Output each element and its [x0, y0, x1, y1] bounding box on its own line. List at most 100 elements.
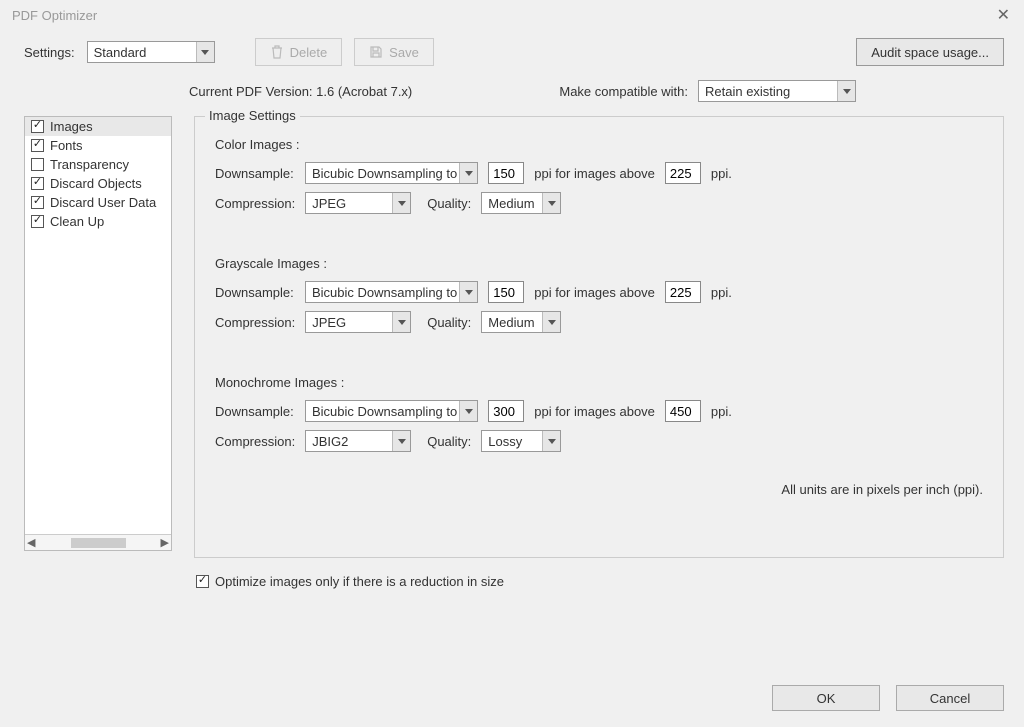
ppi-above-input[interactable] — [665, 281, 701, 303]
sidebar-item-label: Images — [50, 119, 93, 134]
optimize-checkbox-label: Optimize images only if there is a reduc… — [215, 574, 504, 589]
downsample-label: Downsample: — [215, 166, 295, 181]
sidebar-item-clean-up[interactable]: Clean Up — [25, 212, 171, 231]
image-settings-legend: Image Settings — [205, 108, 300, 123]
save-disk-icon — [369, 45, 383, 59]
chevron-down-icon — [459, 163, 477, 183]
downsample-label: Downsample: — [215, 404, 295, 419]
checkbox-icon[interactable] — [31, 196, 44, 209]
optimize-only-if-reduction-checkbox[interactable]: Optimize images only if there is a reduc… — [196, 574, 1004, 589]
downsample-label: Downsample: — [215, 285, 295, 300]
downsample-select[interactable]: Bicubic Downsampling to — [305, 400, 478, 422]
sidebar-item-label: Discard Objects — [50, 176, 142, 191]
chevron-down-icon — [392, 312, 410, 332]
compression-value: JPEG — [312, 196, 346, 211]
audit-button-label: Audit space usage... — [871, 45, 989, 60]
close-icon[interactable]: ✕ — [991, 5, 1016, 25]
delete-button-label: Delete — [290, 45, 328, 60]
compression-select[interactable]: JBIG2 — [305, 430, 411, 452]
ppi-input[interactable] — [488, 400, 524, 422]
quality-select[interactable]: Medium — [481, 192, 561, 214]
compression-select[interactable]: JPEG — [305, 311, 411, 333]
scroll-left-arrow-icon[interactable]: ◀ — [27, 536, 35, 549]
save-button-label: Save — [389, 45, 419, 60]
ppi-above-input[interactable] — [665, 400, 701, 422]
image-group: Grayscale Images :Downsample:Bicubic Dow… — [211, 256, 987, 369]
compat-select[interactable]: Retain existing — [698, 80, 856, 102]
audit-space-usage-button[interactable]: Audit space usage... — [856, 38, 1004, 66]
scroll-right-arrow-icon[interactable]: ▶ — [161, 536, 169, 549]
sidebar-item-fonts[interactable]: Fonts — [25, 136, 171, 155]
image-group: Monochrome Images :Downsample:Bicubic Do… — [211, 375, 987, 452]
sidebar-item-transparency[interactable]: Transparency — [25, 155, 171, 174]
checkbox-icon[interactable] — [31, 120, 44, 133]
dialog-footer: OK Cancel — [772, 685, 1004, 711]
category-sidebar: Images Fonts Transparency Discard Objects Di… — [24, 116, 172, 589]
image-settings-panel: Image Settings Color Images :Downsample:… — [194, 116, 1004, 558]
sidebar-item-label: Discard User Data — [50, 195, 156, 210]
ppi-suffix: ppi. — [711, 285, 732, 300]
cancel-button-label: Cancel — [930, 691, 970, 706]
chevron-down-icon — [392, 431, 410, 451]
chevron-down-icon — [542, 193, 560, 213]
quality-select[interactable]: Lossy — [481, 430, 561, 452]
chevron-down-icon — [459, 282, 477, 302]
settings-select[interactable]: Standard — [87, 41, 215, 63]
chevron-down-icon — [542, 431, 560, 451]
compression-value: JPEG — [312, 315, 346, 330]
compat-select-value: Retain existing — [705, 84, 790, 99]
checkbox-icon[interactable] — [31, 215, 44, 228]
sidebar-item-label: Clean Up — [50, 214, 104, 229]
downsample-value: Bicubic Downsampling to — [312, 404, 457, 419]
downsample-value: Bicubic Downsampling to — [312, 285, 457, 300]
chevron-down-icon — [392, 193, 410, 213]
downsample-value: Bicubic Downsampling to — [312, 166, 457, 181]
current-version-label: Current PDF Version: 1.6 (Acrobat 7.x) — [189, 84, 412, 99]
chevron-down-icon — [196, 42, 214, 62]
quality-label: Quality: — [427, 315, 471, 330]
settings-label: Settings: — [24, 45, 75, 60]
sidebar-item-label: Transparency — [50, 157, 129, 172]
compression-label: Compression: — [215, 315, 295, 330]
checkbox-icon[interactable] — [31, 177, 44, 190]
checkbox-icon[interactable] — [31, 158, 44, 171]
delete-button[interactable]: Delete — [255, 38, 343, 66]
scroll-thumb[interactable] — [71, 538, 126, 548]
compat-label: Make compatible with: — [559, 84, 688, 99]
ppi-input[interactable] — [488, 281, 524, 303]
ppi-above-input[interactable] — [665, 162, 701, 184]
compression-value: JBIG2 — [312, 434, 348, 449]
units-note: All units are in pixels per inch (ppi). — [211, 482, 987, 497]
quality-label: Quality: — [427, 434, 471, 449]
quality-value: Lossy — [488, 434, 522, 449]
ppi-above-label: ppi for images above — [534, 404, 655, 419]
downsample-select[interactable]: Bicubic Downsampling to — [305, 162, 478, 184]
checkbox-icon[interactable] — [31, 139, 44, 152]
quality-label: Quality: — [427, 196, 471, 211]
checkbox-icon — [196, 575, 209, 588]
downsample-select[interactable]: Bicubic Downsampling to — [305, 281, 478, 303]
ok-button[interactable]: OK — [772, 685, 880, 711]
sidebar-scrollbar[interactable]: ◀ ▶ — [25, 534, 171, 550]
ppi-above-label: ppi for images above — [534, 166, 655, 181]
top-toolbar: Settings: Standard Delete Save Audit spa… — [0, 30, 1024, 74]
sidebar-item-discard-objects[interactable]: Discard Objects — [25, 174, 171, 193]
ok-button-label: OK — [817, 691, 836, 706]
settings-select-value: Standard — [94, 45, 147, 60]
quality-select[interactable]: Medium — [481, 311, 561, 333]
pdf-optimizer-window: { "title": "PDF Optimizer", "toolbar": {… — [0, 0, 1024, 727]
quality-value: Medium — [488, 315, 534, 330]
quality-value: Medium — [488, 196, 534, 211]
image-group: Color Images :Downsample:Bicubic Downsam… — [211, 137, 987, 250]
save-button[interactable]: Save — [354, 38, 434, 66]
compression-label: Compression: — [215, 196, 295, 211]
sidebar-item-images[interactable]: Images — [25, 117, 171, 136]
ppi-input[interactable] — [488, 162, 524, 184]
version-row: Current PDF Version: 1.6 (Acrobat 7.x) M… — [0, 74, 1024, 116]
sidebar-item-discard-user-data[interactable]: Discard User Data — [25, 193, 171, 212]
cancel-button[interactable]: Cancel — [896, 685, 1004, 711]
ppi-above-label: ppi for images above — [534, 285, 655, 300]
chevron-down-icon — [837, 81, 855, 101]
compression-select[interactable]: JPEG — [305, 192, 411, 214]
ppi-suffix: ppi. — [711, 166, 732, 181]
